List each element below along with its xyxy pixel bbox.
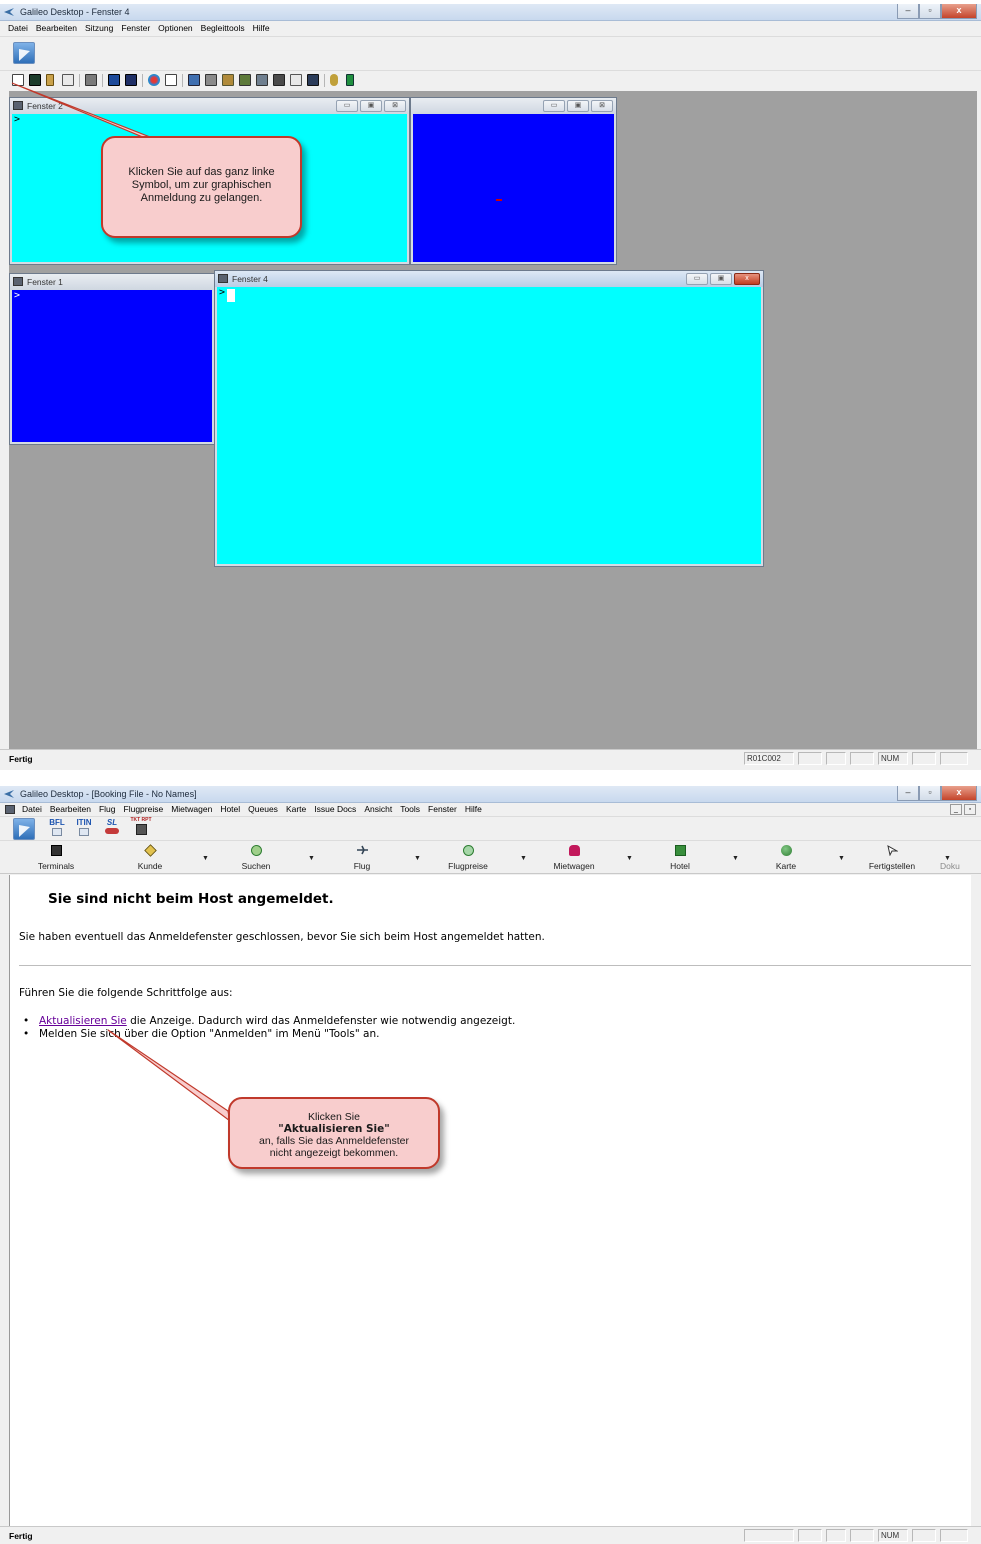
terminal-screen[interactable]: > (217, 287, 761, 564)
window-fenster-4[interactable]: Fenster 4 ▭ ▣ x > (214, 270, 764, 567)
top-screenshot: Galileo Desktop - Fenster 4 – ▫ x Datei … (0, 4, 981, 770)
callout-line: nicht angezeigt bekommen. (269, 1147, 399, 1159)
status-text: Fertig (9, 754, 33, 764)
status-cell (744, 1529, 794, 1542)
callout-pointer (107, 1029, 231, 1123)
status-cell (912, 1529, 936, 1542)
bottom-screenshot: Galileo Desktop - [Booking File - No Nam… (0, 786, 981, 1544)
status-bar: Fertig R01C002 NUM (0, 749, 981, 766)
status-cell (850, 752, 874, 765)
status-cell (912, 752, 936, 765)
status-cell (826, 752, 846, 765)
status-text: Fertig (9, 1531, 33, 1541)
terminal-screen[interactable]: > (12, 290, 212, 442)
callout-graphical-login: Klicken Sie auf das ganz linke Symbol, u… (101, 136, 302, 238)
status-cell (940, 1529, 968, 1542)
status-cell (798, 752, 822, 765)
callout-line-bold: "Aktualisieren Sie" (278, 1123, 390, 1135)
callout-line: an, falls Sie das Anmeldefenster (258, 1135, 409, 1147)
callout-text: Klicken Sie auf das ganz linke Symbol, u… (128, 166, 275, 204)
status-cell (826, 1529, 846, 1542)
status-cell (940, 752, 968, 765)
status-cell (850, 1529, 874, 1542)
status-cell-position: R01C002 (744, 752, 794, 765)
status-cell-num: NUM (878, 1529, 908, 1542)
status-cell (798, 1529, 822, 1542)
callout-refresh: Klicken Sie "Aktualisieren Sie" an, fall… (228, 1097, 440, 1169)
status-cell-num: NUM (878, 752, 908, 765)
status-bar: Fertig NUM (0, 1526, 981, 1543)
callout-line: Klicken Sie (308, 1111, 360, 1123)
